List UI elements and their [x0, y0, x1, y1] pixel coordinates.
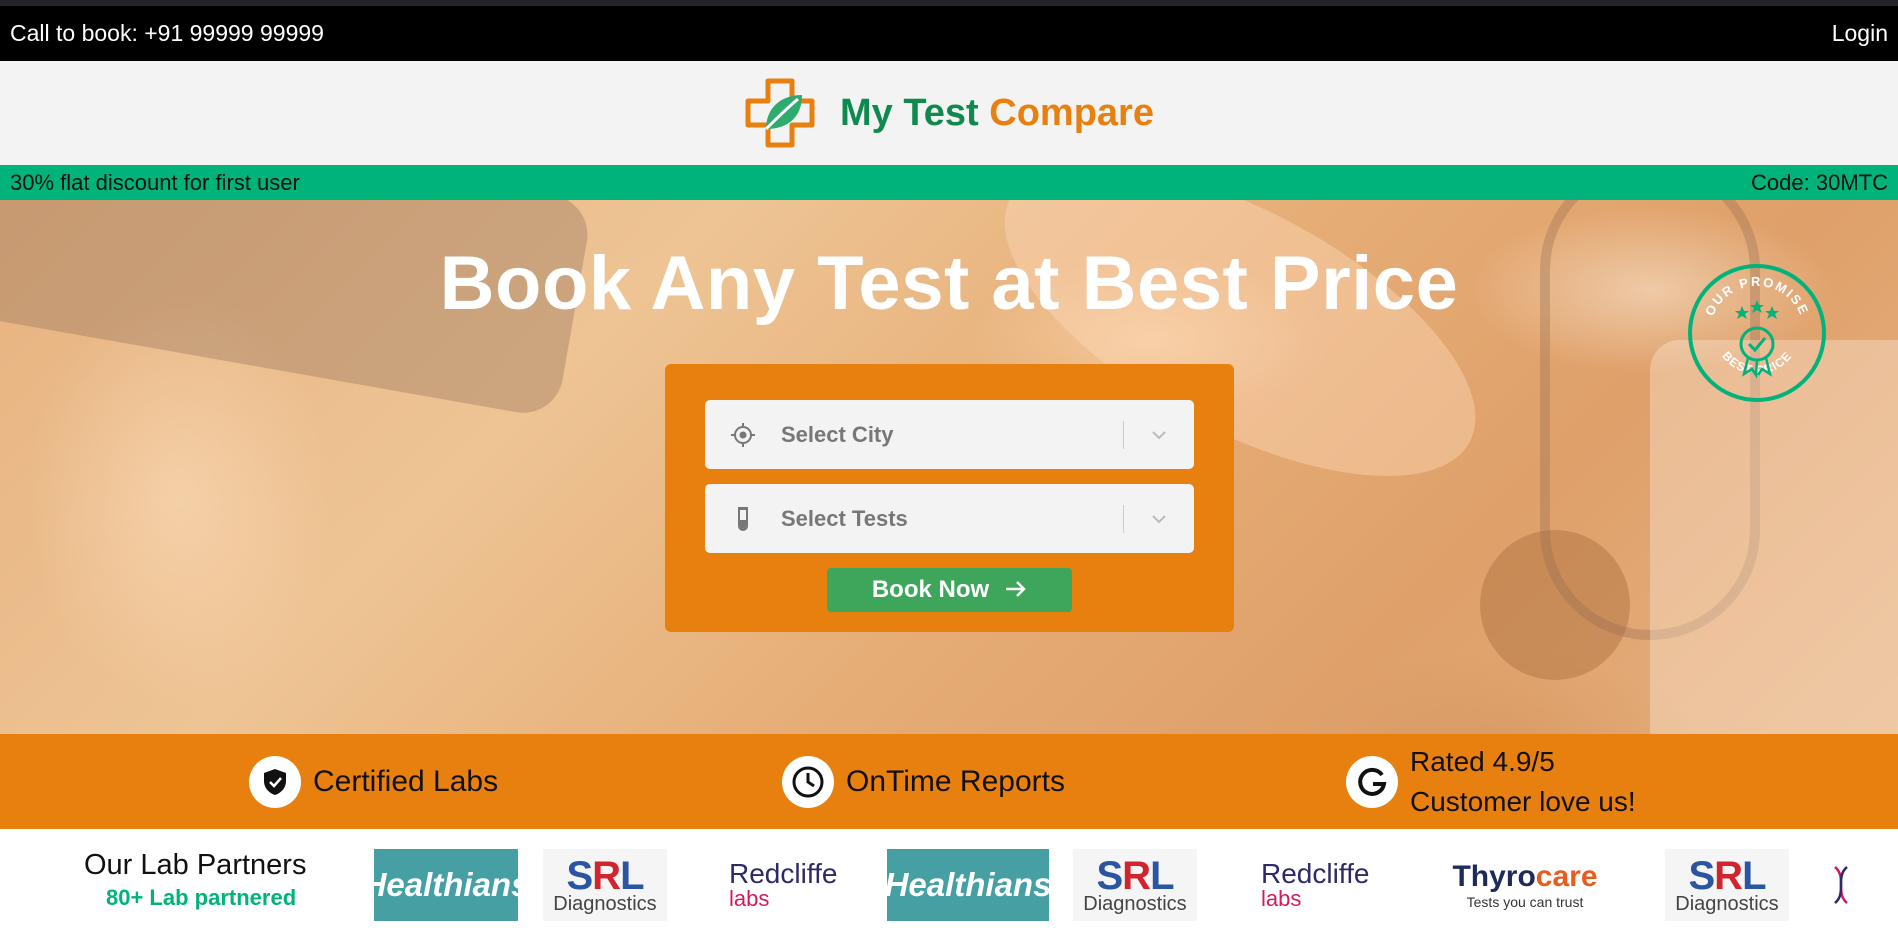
feature-label: OnTime Reports — [846, 764, 1065, 798]
clock-icon — [782, 755, 834, 808]
brand-part-2: Compare — [989, 91, 1154, 134]
test-tube-icon — [705, 506, 781, 532]
select-city-dropdown[interactable]: Select City — [705, 400, 1194, 469]
location-target-icon — [705, 422, 781, 448]
arrow-right-icon — [1005, 576, 1027, 604]
chevron-down-icon[interactable] — [1124, 430, 1194, 440]
dna-helix-icon — [1826, 849, 1856, 921]
book-now-button[interactable]: Book Now — [827, 568, 1072, 612]
select-tests-dropdown[interactable]: Select Tests — [705, 484, 1194, 553]
healthians-logo-text: Healthians — [362, 866, 530, 903]
feature-label: Certified Labs — [313, 764, 499, 798]
chevron-down-icon[interactable] — [1124, 514, 1194, 524]
partner-logo-thyrocare[interactable]: Thyrocare Tests you can trust — [1425, 849, 1625, 921]
feature-certified-labs: Certified Labs — [249, 734, 498, 829]
partner-logo-redcliffe[interactable]: Redcliffe labs — [1237, 849, 1387, 921]
top-bar: Call to book: +91 99999 99999 Login — [0, 6, 1898, 61]
rating-line-2: Customer love us! — [1410, 785, 1636, 817]
select-city-placeholder: Select City — [781, 421, 894, 447]
login-link[interactable]: Login — [1832, 20, 1888, 47]
booking-form: Select City Select Tests Book Now — [665, 364, 1234, 632]
hero-title: Book Any Test at Best Price — [439, 241, 1459, 326]
best-price-badge: OUR PROMISE BEST PRICE — [1686, 262, 1828, 404]
partner-logo-srl[interactable]: SRL Diagnostics — [543, 849, 667, 921]
partner-logo-redcliffe[interactable]: Redcliffe labs — [705, 849, 855, 921]
hero-section: Book Any Test at Best Price OUR PROMISE … — [0, 200, 1898, 734]
partner-logo-healthians[interactable]: Healthians — [363, 849, 529, 921]
thyrocare-logo-part-2: care — [1535, 860, 1598, 893]
partners-subtitle: 80+ Lab partnered — [106, 885, 297, 910]
partners-title: Our Lab Partners — [84, 849, 307, 881]
rating-text: Rated 4.9/5 Customer love us! — [1410, 742, 1636, 822]
promo-discount-text: 30% flat discount for first user — [10, 169, 300, 195]
feature-ontime-reports: OnTime Reports — [782, 734, 1065, 829]
book-now-label: Book Now — [871, 576, 990, 603]
promo-banner: 30% flat discount for first user Code: 3… — [0, 165, 1898, 200]
features-bar: Certified Labs OnTime Reports Rated 4.9/… — [0, 734, 1898, 829]
lab-partners-section: Our Lab Partners 80+ Lab partnered Healt… — [0, 829, 1898, 928]
thyrocare-logo-text: Thyrocare — [1452, 860, 1597, 894]
thyrocare-logo-part-1: Thyro — [1452, 860, 1536, 893]
partner-logo-srl[interactable]: SRL Diagnostics — [1665, 849, 1789, 921]
thyrocare-tagline: Tests you can trust — [1466, 894, 1584, 910]
partner-logo-srl[interactable]: SRL Diagnostics — [1073, 849, 1197, 921]
rating-line-1: Rated 4.9/5 — [1410, 745, 1555, 777]
healthians-logo-text: Healthians — [884, 866, 1052, 903]
srl-logo-sub: Diagnostics — [1083, 893, 1187, 915]
feature-google-rating: Rated 4.9/5 Customer love us! — [1346, 734, 1636, 829]
redcliffe-logo-sub: labs — [729, 886, 770, 911]
srl-logo-sub: Diagnostics — [553, 893, 657, 915]
partner-logo-healthians[interactable]: Healthians — [884, 849, 1052, 921]
promo-code-text: Code: 30MTC — [1751, 169, 1888, 195]
shield-check-icon — [249, 755, 301, 808]
srl-logo-sub: Diagnostics — [1675, 893, 1779, 915]
brand-part-1: My Test — [840, 91, 979, 134]
select-tests-placeholder: Select Tests — [781, 505, 908, 531]
google-g-icon — [1346, 755, 1398, 808]
redcliffe-logo-sub: labs — [1261, 886, 1302, 911]
logo-cross-leaf-icon[interactable] — [744, 77, 816, 149]
site-header: My Test Compare — [0, 61, 1898, 165]
call-to-book-text: Call to book: +91 99999 99999 — [10, 20, 324, 46]
brand-name[interactable]: My Test Compare — [840, 92, 1154, 135]
